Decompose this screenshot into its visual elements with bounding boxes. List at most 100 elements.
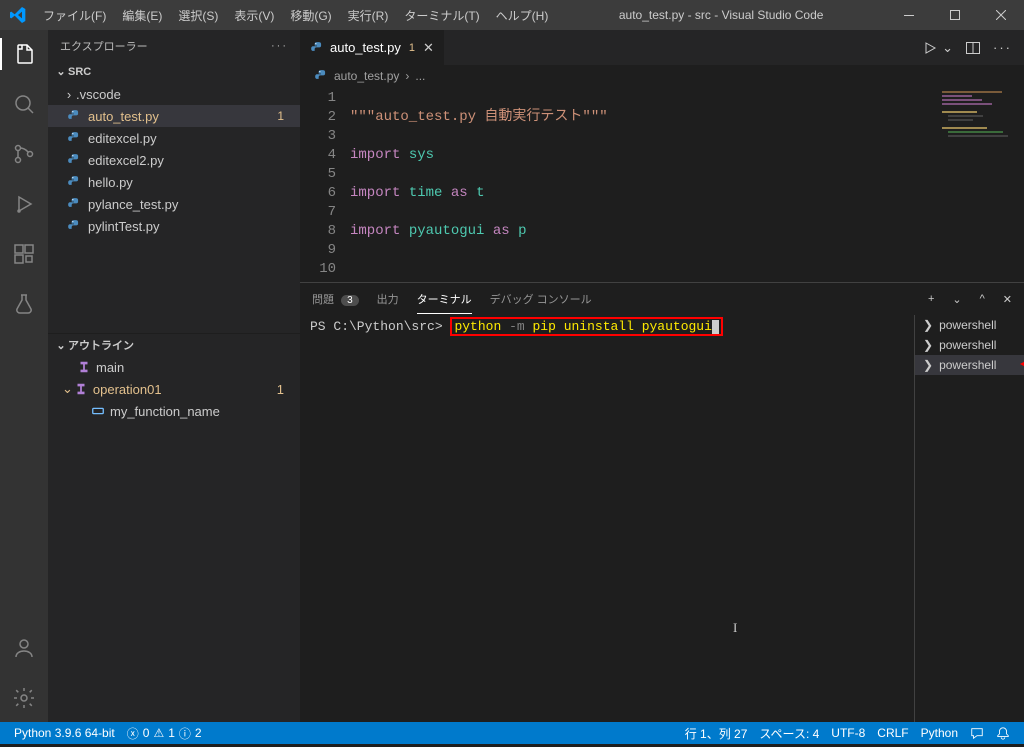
python-file-icon	[66, 218, 82, 234]
menu-terminal[interactable]: ターミナル(T)	[396, 7, 487, 24]
file-item-pylint[interactable]: pylintTest.py	[48, 215, 300, 237]
info-icon: ⓘ	[179, 725, 191, 742]
file-item-pylance[interactable]: pylance_test.py	[48, 193, 300, 215]
terminal-cursor	[712, 320, 719, 334]
menu-view[interactable]: 表示(V)	[226, 7, 282, 24]
status-bar: Python 3.9.6 64-bit ⓧ0 ⚠1 ⓘ2 行 1、列 27 スペ…	[0, 722, 1024, 744]
editor-tab-auto-test[interactable]: auto_test.py 1 ✕	[300, 30, 445, 65]
python-file-icon	[66, 152, 82, 168]
terminal-command-highlight: python -m pip uninstall pyautogui	[450, 317, 722, 336]
menu-help[interactable]: ヘルプ(H)	[488, 7, 557, 24]
menu-go[interactable]: 移動(G)	[282, 7, 339, 24]
new-terminal-icon[interactable]: +	[928, 293, 934, 305]
maximize-button[interactable]	[932, 0, 978, 30]
editor-more-icon[interactable]: ···	[993, 40, 1012, 55]
close-tab-icon[interactable]: ✕	[423, 40, 434, 56]
outline-section-header[interactable]: ⌄ アウトライン	[48, 334, 300, 356]
indentation-status[interactable]: スペース: 4	[753, 725, 825, 742]
close-panel-icon[interactable]: ✕	[1003, 293, 1012, 306]
outline-modified-badge: 1	[277, 382, 284, 397]
maximize-panel-icon[interactable]: ^	[980, 293, 985, 305]
breadcrumb[interactable]: auto_test.py › ...	[300, 65, 1024, 87]
menu-selection[interactable]: 選択(S)	[170, 7, 226, 24]
panel-tab-debug[interactable]: デバッグ コンソール	[490, 285, 592, 313]
explorer-title: エクスプローラー	[60, 38, 148, 54]
chevron-down-icon: ⌄	[54, 65, 68, 78]
notifications-icon[interactable]	[990, 725, 1016, 742]
source-control-icon[interactable]	[0, 138, 48, 170]
terminal-prompt: PS C:\Python\src>	[310, 319, 443, 334]
code-editor[interactable]: 12345678910 """auto_test.py 自動実行テスト""" i…	[300, 87, 1024, 282]
folder-section-header[interactable]: ⌄ SRC	[48, 62, 300, 81]
menu-file[interactable]: ファイル(F)	[35, 7, 114, 24]
annotation-arrow-icon	[1020, 349, 1024, 379]
problems-status[interactable]: ⓧ0 ⚠1 ⓘ2	[121, 725, 208, 742]
terminal-panel: 問題 3 出力 ターミナル デバッグ コンソール + ⌄ ^ ✕ PS C:\P…	[300, 282, 1024, 722]
feedback-icon[interactable]	[964, 725, 990, 742]
terminal-entry[interactable]: ❯powershell	[915, 335, 1024, 355]
terminal-shell-icon: ❯	[923, 318, 933, 332]
dirty-indicator: 1	[409, 42, 415, 54]
extensions-icon[interactable]	[0, 238, 48, 270]
python-version-status[interactable]: Python 3.9.6 64-bit	[8, 726, 121, 740]
line-column-status[interactable]: 行 1、列 27	[679, 725, 754, 742]
file-item-hello[interactable]: hello.py	[48, 171, 300, 193]
code-content[interactable]: """auto_test.py 自動実行テスト""" import sys im…	[350, 87, 608, 282]
minimize-button[interactable]	[886, 0, 932, 30]
python-file-icon	[310, 41, 324, 55]
run-dropdown-icon[interactable]: ⌄	[942, 40, 953, 56]
close-button[interactable]	[978, 0, 1024, 30]
python-file-icon	[66, 108, 82, 124]
problems-count-badge: 3	[341, 295, 359, 306]
editor-tabs: auto_test.py 1 ✕ ⌄ ···	[300, 30, 1024, 65]
chevron-down-icon: ⌄	[54, 339, 68, 352]
terminal-dropdown-icon[interactable]: ⌄	[952, 293, 961, 306]
split-editor-icon[interactable]	[965, 40, 981, 56]
search-icon[interactable]	[0, 88, 48, 120]
outline-item-operation01[interactable]: ⌄ operation01 1	[48, 378, 300, 400]
terminal-list: ❯powershell ❯powershell ❯powershell	[914, 315, 1024, 722]
variable-symbol-icon	[90, 404, 106, 418]
file-item-editexcel2[interactable]: editexcel2.py	[48, 149, 300, 171]
python-file-icon	[66, 196, 82, 212]
explorer-icon[interactable]	[0, 38, 48, 70]
terminal-shell-icon: ❯	[923, 338, 933, 352]
panel-tab-terminal[interactable]: ターミナル	[417, 285, 472, 314]
eol-status[interactable]: CRLF	[871, 725, 914, 742]
outline-item-myfunction[interactable]: my_function_name	[48, 400, 300, 422]
minimap[interactable]	[934, 87, 1024, 282]
sidebar-more-icon[interactable]: ···	[271, 40, 288, 52]
accounts-icon[interactable]	[0, 632, 48, 664]
terminal[interactable]: PS C:\Python\src> python -m pip uninstal…	[300, 315, 914, 722]
run-script-icon[interactable]	[922, 40, 938, 56]
run-debug-icon[interactable]	[0, 188, 48, 220]
menu-edit[interactable]: 編集(E)	[114, 7, 170, 24]
function-symbol-icon	[76, 360, 92, 374]
folder-name: SRC	[68, 66, 91, 78]
editor-group: auto_test.py 1 ✕ ⌄ ··· auto_test.py › ..…	[300, 30, 1024, 722]
modified-badge: 1	[277, 109, 284, 123]
terminal-entry[interactable]: ❯powershell	[915, 315, 1024, 335]
menu-run[interactable]: 実行(R)	[340, 7, 397, 24]
file-item-auto-test[interactable]: auto_test.py 1	[48, 105, 300, 127]
language-status[interactable]: Python	[915, 725, 964, 742]
explorer-sidebar: エクスプローラー ··· ⌄ SRC › .vscode auto_test.p…	[48, 30, 300, 722]
vscode-logo-icon	[0, 7, 35, 23]
encoding-status[interactable]: UTF-8	[825, 725, 871, 742]
folder-item-vscode[interactable]: › .vscode	[48, 83, 300, 105]
testing-icon[interactable]	[0, 288, 48, 320]
terminal-shell-icon: ❯	[923, 358, 933, 372]
function-symbol-icon	[73, 382, 89, 396]
panel-tab-problems[interactable]: 問題 3	[312, 285, 359, 313]
settings-gear-icon[interactable]	[0, 682, 48, 714]
python-file-icon	[314, 69, 328, 83]
text-cursor-icon: I	[733, 620, 737, 636]
outline-item-main[interactable]: main	[48, 356, 300, 378]
panel-tab-output[interactable]: 出力	[377, 285, 399, 313]
file-item-editexcel[interactable]: editexcel.py	[48, 127, 300, 149]
menu-bar: ファイル(F) 編集(E) 選択(S) 表示(V) 移動(G) 実行(R) ター…	[35, 7, 556, 24]
python-file-icon	[66, 174, 82, 190]
terminal-entry[interactable]: ❯powershell	[915, 355, 1024, 375]
line-numbers: 12345678910	[300, 87, 350, 282]
titlebar: ファイル(F) 編集(E) 選択(S) 表示(V) 移動(G) 実行(R) ター…	[0, 0, 1024, 30]
